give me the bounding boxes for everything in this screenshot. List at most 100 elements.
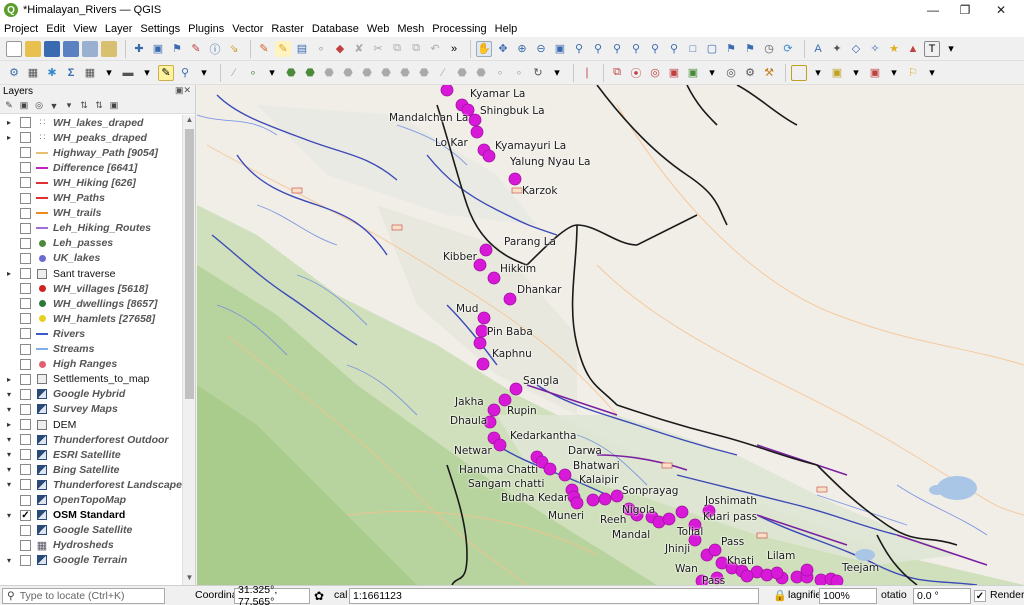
- toolbox-icon[interactable]: ⚒: [761, 65, 777, 81]
- layer-row[interactable]: ▸ Settlements_to_map: [0, 372, 182, 387]
- expand-arrow-icon[interactable]: ▾: [4, 390, 14, 399]
- expand-arrow-icon[interactable]: ▾: [4, 465, 14, 474]
- pan-to-icon[interactable]: ✥: [495, 41, 511, 57]
- layer-row[interactable]: ▸ ∷ WH_peaks_draped: [0, 130, 182, 145]
- layer-row[interactable]: Leh_passes: [0, 236, 182, 251]
- merge-features-icon[interactable]: ⬣: [454, 65, 470, 81]
- menu-processing[interactable]: Processing: [432, 23, 486, 35]
- add-polygon-icon[interactable]: ⬣: [283, 65, 299, 81]
- new-3d-map-icon[interactable]: ▢: [704, 41, 720, 57]
- layer-row[interactable]: High Ranges: [0, 357, 182, 372]
- simplify-icon[interactable]: ∘: [511, 65, 527, 81]
- expand-arrow-icon[interactable]: ▾: [4, 450, 14, 459]
- layer-visibility-checkbox[interactable]: [20, 434, 31, 446]
- zoom-selection-icon[interactable]: ▣: [150, 41, 166, 57]
- layer-row[interactable]: ▾ ✓ OSM Standard: [0, 508, 182, 523]
- layer-row[interactable]: ▾ Thunderforest Outdoor: [0, 432, 182, 447]
- globe-icon[interactable]: ◎: [723, 65, 739, 81]
- lock-scale-icon[interactable]: 🔒: [773, 589, 787, 602]
- panel-float-icon[interactable]: ▣✕: [175, 85, 191, 96]
- delete-part-icon[interactable]: ⬣: [359, 65, 375, 81]
- zoom-full-icon[interactable]: ⚲: [571, 41, 587, 57]
- manage-themes-icon[interactable]: ◎: [33, 100, 45, 112]
- layer-visibility-checkbox[interactable]: [20, 298, 31, 310]
- expand-arrow-icon[interactable]: ▸: [4, 118, 14, 127]
- pin-labels-icon[interactable]: ▲: [905, 41, 921, 57]
- measure-icon[interactable]: ⇘: [226, 41, 242, 57]
- layer-row[interactable]: ▦ Hydrosheds: [0, 538, 182, 553]
- magnifier-field[interactable]: 100%: [819, 588, 877, 604]
- layer-visibility-checkbox[interactable]: [20, 252, 31, 264]
- pan-hand-icon[interactable]: ✋: [476, 40, 492, 57]
- open-attribute-table-icon[interactable]: ▦: [25, 65, 41, 81]
- layer-row[interactable]: ▾ Thunderforest Landscape: [0, 477, 182, 492]
- new-bookmark-icon[interactable]: ⚑: [723, 41, 739, 57]
- offset-curve-icon[interactable]: ⬣: [397, 65, 413, 81]
- save-edits-icon[interactable]: ▤: [294, 41, 310, 57]
- layer-visibility-checkbox[interactable]: [20, 524, 31, 536]
- zoom-out-icon[interactable]: ⊖: [533, 41, 549, 57]
- search-layer-icon[interactable]: ⚲: [177, 65, 193, 81]
- new-map-view-icon[interactable]: □: [685, 41, 701, 57]
- layer-row[interactable]: WH_Hiking [626]: [0, 175, 182, 190]
- invert-dropdown-icon[interactable]: ▾: [924, 65, 940, 81]
- layer-visibility-checkbox[interactable]: [20, 403, 31, 415]
- merge-attributes-icon[interactable]: ⬣: [473, 65, 489, 81]
- delete-selected-icon[interactable]: ✘: [351, 41, 367, 57]
- layer-visibility-checkbox[interactable]: [20, 177, 31, 189]
- layer-visibility-checkbox[interactable]: [20, 192, 31, 204]
- menu-settings[interactable]: Settings: [140, 23, 180, 35]
- sum-icon[interactable]: Σ: [63, 65, 79, 81]
- filter-legend-icon[interactable]: ▼: [48, 100, 60, 112]
- remove-layer-icon[interactable]: ▣: [108, 100, 120, 112]
- profile-tool-icon[interactable]: ∣: [579, 65, 595, 81]
- menu-view[interactable]: View: [73, 23, 97, 35]
- expand-arrow-icon[interactable]: ▸: [4, 133, 14, 142]
- coordinate-field[interactable]: 31.325°, 77.565°: [234, 584, 310, 605]
- text-annotation-icon[interactable]: T: [924, 40, 940, 57]
- layers-scrollbar[interactable]: ▲ ▼: [182, 115, 195, 585]
- layer-row[interactable]: OpenTopoMap: [0, 493, 182, 508]
- menu-raster[interactable]: Raster: [271, 23, 303, 35]
- zoom-to-selection-icon[interactable]: ⚲: [590, 41, 606, 57]
- identify-features-icon[interactable]: ⚙: [6, 65, 22, 81]
- split-parts-icon[interactable]: ∕: [435, 65, 451, 81]
- map-canvas[interactable]: Kyamar La Shingbuk La Mandalchan La Lo K…: [197, 85, 1024, 585]
- edit-pencil-icon[interactable]: ✎: [256, 41, 272, 57]
- layer-row[interactable]: ▸ ∷ WH_lakes_draped: [0, 115, 182, 130]
- layer-visibility-checkbox[interactable]: [20, 539, 31, 551]
- layer-visibility-checkbox[interactable]: [20, 358, 31, 370]
- layer-visibility-checkbox[interactable]: [20, 419, 31, 430]
- menu-plugins[interactable]: Plugins: [188, 23, 224, 35]
- layer-row[interactable]: Rivers: [0, 326, 182, 341]
- zoom-native-icon[interactable]: ⚲: [628, 41, 644, 57]
- search-dropdown-icon[interactable]: ▾: [196, 65, 212, 81]
- layer-visibility-checkbox[interactable]: [20, 117, 31, 128]
- scale-field[interactable]: 1:1661123: [349, 588, 759, 604]
- save-as-icon[interactable]: [63, 40, 79, 57]
- rotation-field[interactable]: 0.0 °: [913, 588, 971, 604]
- undo-icon[interactable]: ↶: [427, 41, 443, 57]
- snap-tool-icon[interactable]: ✧: [867, 41, 883, 57]
- toggle-editing-icon[interactable]: ✎: [275, 40, 291, 57]
- layer-visibility-checkbox[interactable]: [20, 449, 31, 461]
- layer-visibility-checkbox[interactable]: [20, 554, 31, 566]
- toggle-extents-icon[interactable]: ✿: [314, 589, 324, 603]
- layer-visibility-checkbox[interactable]: [20, 313, 31, 325]
- paste-features-icon[interactable]: ⧉: [408, 41, 424, 57]
- layer-visibility-checkbox[interactable]: [20, 147, 31, 159]
- layer-row[interactable]: UK_lakes: [0, 251, 182, 266]
- rotate-point-icon[interactable]: ∘: [492, 65, 508, 81]
- new-project-icon[interactable]: [6, 40, 22, 57]
- expand-arrow-icon[interactable]: ▾: [4, 511, 14, 520]
- add-point-dropdown-icon[interactable]: ▾: [264, 65, 280, 81]
- menu-mesh[interactable]: Mesh: [397, 23, 424, 35]
- deselect-dropdown-icon[interactable]: ▾: [886, 65, 902, 81]
- layer-row[interactable]: Google Satellite: [0, 523, 182, 538]
- menu-vector[interactable]: Vector: [232, 23, 263, 35]
- layer-row[interactable]: ▾ ESRI Satellite: [0, 447, 182, 462]
- layer-row[interactable]: WH_dwellings [8657]: [0, 296, 182, 311]
- menu-web[interactable]: Web: [367, 23, 389, 35]
- layer-visibility-checkbox[interactable]: [20, 283, 31, 295]
- scrollbar-thumb[interactable]: [185, 129, 194, 399]
